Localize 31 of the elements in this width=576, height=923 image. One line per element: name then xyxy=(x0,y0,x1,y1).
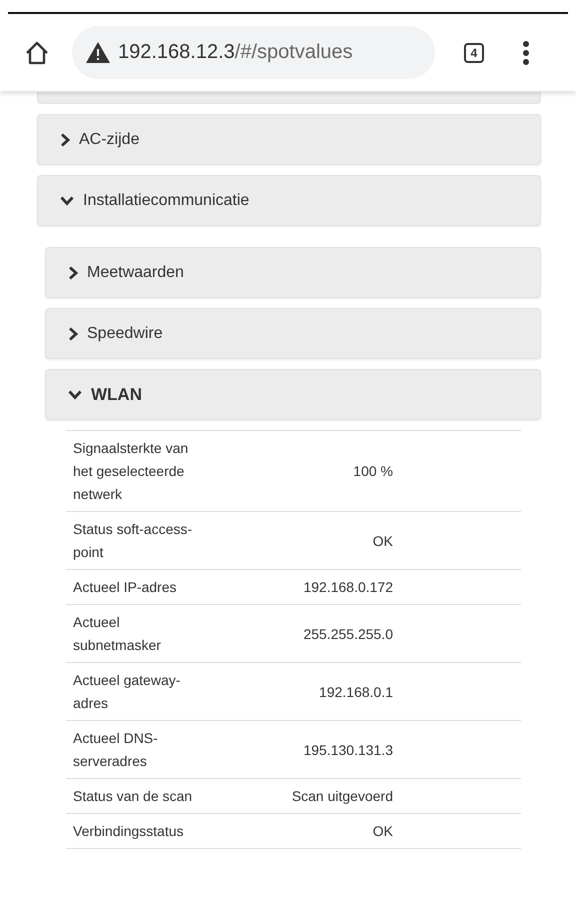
accordion-header[interactable]: Installatiecommunicatie xyxy=(37,175,541,226)
accordion-header[interactable]: WLAN xyxy=(45,369,541,420)
row-value: 192.168.0.172 xyxy=(303,579,393,595)
row-value: OK xyxy=(372,532,393,548)
row-label: Verbindingsstatus xyxy=(73,823,184,839)
tab-count-button[interactable]: 4 xyxy=(464,42,484,62)
home-icon[interactable] xyxy=(24,40,50,66)
warning-icon[interactable] xyxy=(86,42,110,63)
row-value: OK xyxy=(372,823,393,839)
row-value: 100 % xyxy=(353,463,393,479)
menu-icon[interactable] xyxy=(522,40,530,66)
chevron-down-icon xyxy=(60,196,74,206)
chevron-down-icon xyxy=(68,390,82,400)
accordion-header[interactable]: Speedwire xyxy=(45,308,541,359)
chevron-right-icon xyxy=(60,132,70,146)
accordion-header[interactable]: Meetwaarden xyxy=(45,247,541,298)
row-label: Actueel DNS-serveradres xyxy=(73,730,158,769)
row-label: Status soft-access-point xyxy=(73,521,192,560)
row-label: Actueel gateway-adres xyxy=(73,672,180,711)
chevron-right-icon xyxy=(68,266,78,280)
row-label: Signaalsterkte van het geselecteerde netwerk xyxy=(73,440,188,502)
row-label: Actueel subnetmasker xyxy=(73,614,161,653)
chevron-right-icon xyxy=(68,326,78,340)
address-bar[interactable]: 192.168.12.3/#/spotvalues xyxy=(72,26,435,79)
row-label: Status van de scan xyxy=(73,788,192,804)
accordion-header[interactable]: AC-zijde xyxy=(37,114,541,165)
row-value: 195.130.131.3 xyxy=(303,742,393,758)
row-label: Actueel IP-adres xyxy=(73,579,176,595)
row-value: Scan uitgevoerd xyxy=(292,788,393,804)
row-value: 255.255.255.0 xyxy=(303,626,393,642)
row-value: 192.168.0.1 xyxy=(319,684,393,700)
